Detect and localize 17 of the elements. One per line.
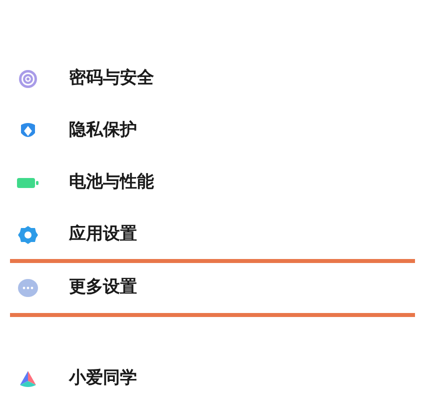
item-label: 更多设置 bbox=[69, 276, 137, 300]
item-label: 电池与性能 bbox=[69, 171, 154, 194]
item-label: 小爱同学 bbox=[69, 367, 137, 390]
settings-item[interactable]: 电池与性能 bbox=[10, 157, 415, 209]
more-icon bbox=[18, 279, 38, 297]
item-label: 密码与安全 bbox=[69, 67, 154, 90]
item-label: 隐私保护 bbox=[69, 119, 137, 142]
settings-item[interactable]: 更多设置 bbox=[10, 259, 415, 317]
battery-icon bbox=[17, 177, 39, 189]
assistant-icon bbox=[18, 370, 38, 388]
settings-item[interactable]: 小爱同学 bbox=[10, 353, 415, 405]
gear-icon bbox=[18, 225, 38, 245]
fingerprint-icon bbox=[18, 69, 38, 89]
settings-item[interactable]: 密码与安全 bbox=[10, 53, 415, 105]
settings-item[interactable]: 隐私保护 bbox=[10, 105, 415, 157]
item-label: 应用设置 bbox=[69, 223, 137, 246]
settings-item[interactable]: 应用设置 bbox=[10, 209, 415, 261]
